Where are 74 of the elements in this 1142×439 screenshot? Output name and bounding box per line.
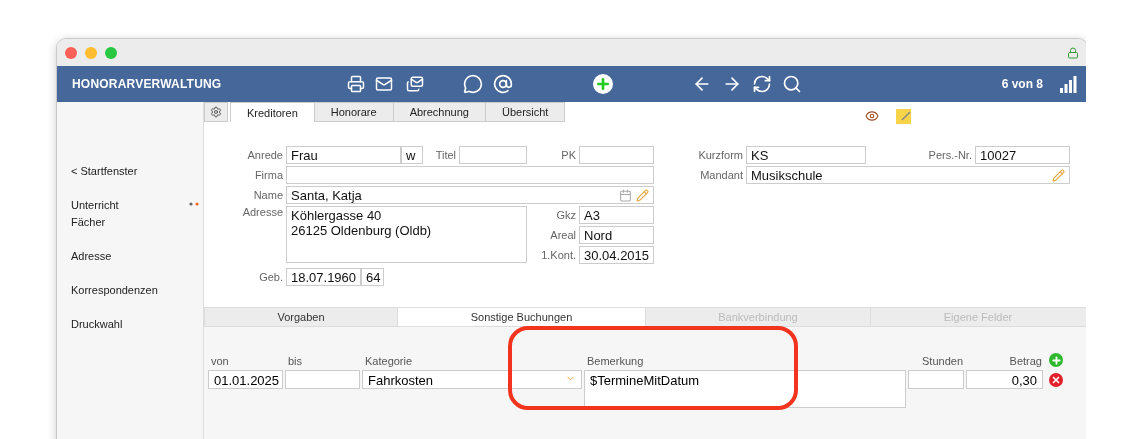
field-label: Kurzform <box>697 149 744 161</box>
record-counter: 6 von 8 <box>1001 77 1043 91</box>
age-field[interactable]: 64 <box>361 268 384 286</box>
field-label: Pers.-Nr. <box>927 149 973 161</box>
personnel-number-field[interactable]: 10027 <box>975 146 1070 164</box>
gear-icon <box>210 106 222 118</box>
add-row-icon[interactable] <box>1049 353 1063 367</box>
address-field[interactable]: Köhlergasse 40 26125 Oldenburg (Oldb) <box>286 206 527 263</box>
calendar-icon[interactable] <box>619 188 632 202</box>
note-icon[interactable] <box>895 107 912 125</box>
column-header: Kategorie <box>364 355 414 367</box>
title-field[interactable] <box>459 146 527 164</box>
date-from-field[interactable]: 01.01.2025 <box>208 370 283 389</box>
sms-icon[interactable] <box>463 74 483 94</box>
salutation-field[interactable]: Frau <box>286 146 401 164</box>
gkz-field[interactable]: A3 <box>579 206 654 224</box>
printer-icon[interactable] <box>347 75 365 93</box>
name-field[interactable]: Santa, Katja <box>286 186 654 204</box>
field-label: Anrede <box>246 149 284 161</box>
amount-field[interactable]: 0,30 <box>966 370 1043 389</box>
field-label: Name <box>252 189 284 201</box>
sidebar-item[interactable]: Unterricht <box>71 199 119 211</box>
field-label: PK <box>560 149 577 161</box>
area-field[interactable]: Nord <box>579 226 654 244</box>
hours-field[interactable] <box>908 370 964 389</box>
short-form-field[interactable]: KS <box>746 146 866 164</box>
tab[interactable]: Sonstige Buchungen <box>397 308 645 326</box>
field-label: Adresse <box>241 206 284 218</box>
lock-icon <box>1067 46 1079 59</box>
field-label: Firma <box>253 169 284 181</box>
field-label: Mandant <box>699 169 744 181</box>
birthdate-field[interactable]: 18.07.1960 <box>286 268 361 286</box>
mails-icon[interactable] <box>406 75 424 93</box>
tab[interactable]: Honorare <box>313 102 394 122</box>
column-header: von <box>210 355 230 367</box>
column-header: Bemerkung <box>586 355 645 367</box>
field-label: Geb. <box>258 271 284 283</box>
refresh-icon[interactable] <box>752 74 772 94</box>
field-label: Titel <box>434 149 457 161</box>
app-title: HONORARVERWALTUNG <box>72 77 223 91</box>
company-field[interactable] <box>286 166 654 184</box>
add-icon[interactable] <box>593 74 613 94</box>
sidebar-item[interactable]: Adresse <box>71 250 112 262</box>
client-field[interactable]: Musikschule <box>746 166 1070 184</box>
zoom-button[interactable] <box>105 46 117 59</box>
date-to-field[interactable] <box>285 370 360 389</box>
eye-icon[interactable] <box>865 109 879 123</box>
sidebar-item[interactable]: Druckwahl <box>71 318 123 330</box>
category-dropdown[interactable]: Fahrkosten <box>362 370 582 389</box>
mail-icon[interactable] <box>375 75 393 93</box>
pk-field[interactable] <box>579 146 654 164</box>
remark-field[interactable]: $TermineMitDatum <box>584 370 906 408</box>
sidebar-item[interactable]: Korrespondenzen <box>71 284 158 296</box>
tab[interactable]: Abrechnung <box>392 102 486 122</box>
pencil-icon[interactable] <box>636 188 649 202</box>
at-sign-icon[interactable] <box>493 74 513 94</box>
settings-button[interactable] <box>204 102 228 122</box>
delete-icon[interactable] <box>1049 373 1063 387</box>
column-header: Betrag <box>1008 355 1043 367</box>
search-icon[interactable] <box>782 74 802 94</box>
field-label: Areal <box>549 229 577 241</box>
tab[interactable]: Übersicht <box>484 102 566 122</box>
gender-field[interactable]: w <box>401 146 423 164</box>
sidebar-item[interactable]: < Startfenster <box>71 165 138 177</box>
tab[interactable]: Kreditoren <box>230 102 315 122</box>
pencil-icon[interactable] <box>1052 168 1065 182</box>
close-button[interactable] <box>65 46 77 59</box>
column-header: bis <box>287 355 304 367</box>
sidebar-item[interactable]: Fächer <box>71 216 106 228</box>
column-header: Stunden <box>921 355 964 367</box>
contact-date-field[interactable]: 30.04.2015 <box>579 246 654 264</box>
field-label: Gkz <box>555 209 577 221</box>
signal-bars-icon <box>1059 75 1077 93</box>
field-label: 1.Kont. <box>540 249 577 261</box>
